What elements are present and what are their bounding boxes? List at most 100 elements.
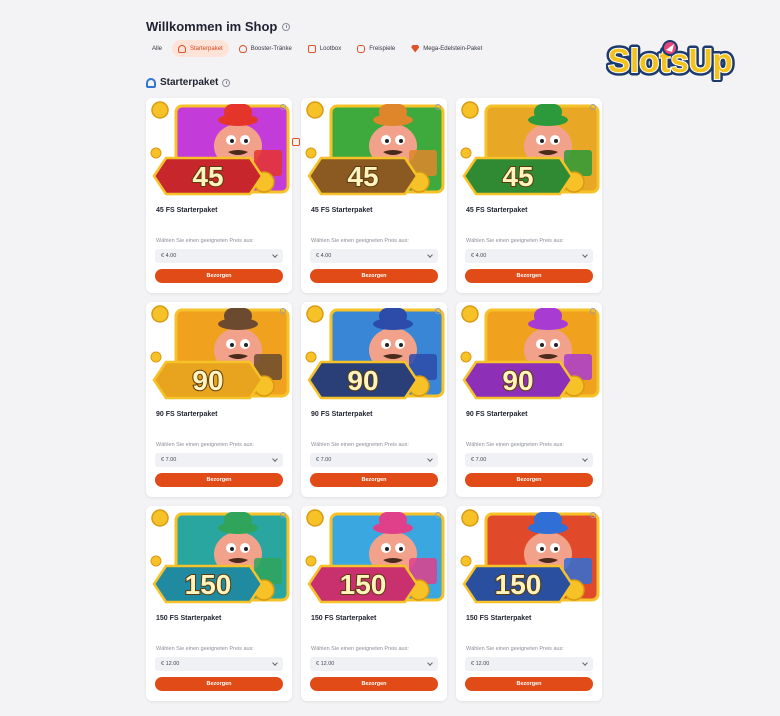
price-dropdown[interactable]: € 12.00 — [155, 657, 283, 671]
price-dropdown[interactable]: € 4.00 — [155, 249, 283, 263]
buy-button[interactable]: Bezorgen — [465, 473, 593, 487]
product-card: 45 45 FS Starterpaket Wählen Sie einen g… — [146, 98, 292, 293]
price-dropdown[interactable]: € 7.00 — [310, 453, 438, 467]
filter-tab-booster[interactable]: Booster-Tränke — [233, 40, 298, 57]
filter-tab-freispiele[interactable]: Freispiele — [351, 40, 401, 57]
product-card: 150 150 FS Starterpaket Wählen Sie einen… — [301, 506, 447, 701]
price-dropdown[interactable]: € 7.00 — [155, 453, 283, 467]
price-value: € 4.00 — [161, 253, 177, 259]
pack-badge-number: 45 — [502, 161, 533, 192]
card-info-icon[interactable] — [280, 512, 286, 518]
product-artwork: 90 — [305, 305, 445, 400]
page-title: Willkommen im Shop — [146, 19, 291, 34]
buy-button[interactable]: Bezorgen — [155, 269, 283, 283]
pack-badge-number: 90 — [347, 365, 378, 396]
filter-tab-mega-edelstein[interactable]: Mega-Edelstein-Paket — [405, 40, 488, 57]
buy-button[interactable]: Bezorgen — [155, 677, 283, 691]
price-hint: Wählen Sie einen geeigneten Preis aus: — [311, 238, 409, 244]
price-hint: Wählen Sie einen geeigneten Preis aus: — [156, 442, 254, 448]
card-info-icon[interactable] — [590, 308, 596, 314]
price-value: € 12.00 — [316, 661, 335, 667]
filter-tabs: Alle Starterpaket Booster-Tränke Lootbox… — [146, 40, 488, 146]
card-info-icon[interactable] — [280, 104, 286, 110]
product-card: 150 150 FS Starterpaket Wählen Sie einen… — [456, 506, 602, 701]
price-dropdown[interactable]: € 4.00 — [310, 249, 438, 263]
filter-tab-alle[interactable]: Alle — [146, 40, 300, 146]
buy-button[interactable]: Bezorgen — [310, 677, 438, 691]
chevron-down-icon — [272, 660, 278, 666]
product-artwork: 150 — [150, 509, 290, 604]
buy-button[interactable]: Bezorgen — [465, 677, 593, 691]
price-dropdown[interactable]: € 12.00 — [310, 657, 438, 671]
product-card: 90 90 FS Starterpaket Wählen Sie einen g… — [456, 302, 602, 497]
product-artwork: 45 — [305, 101, 445, 196]
card-title: 150 FS Starterpaket — [466, 615, 532, 622]
flask-icon — [238, 44, 247, 53]
price-value: € 7.00 — [316, 457, 332, 463]
price-dropdown[interactable]: € 4.00 — [465, 249, 593, 263]
chevron-down-icon — [272, 252, 278, 258]
game-icon — [357, 44, 366, 53]
price-hint: Wählen Sie einen geeigneten Preis aus: — [466, 442, 564, 448]
card-title: 45 FS Starterpaket — [156, 207, 218, 214]
price-value: € 7.00 — [471, 457, 487, 463]
card-title: 45 FS Starterpaket — [466, 207, 528, 214]
page-title-text: Willkommen im Shop — [146, 19, 278, 34]
price-value: € 12.00 — [161, 661, 180, 667]
chevron-down-icon — [427, 456, 433, 462]
info-icon[interactable] — [282, 22, 291, 31]
price-hint: Wählen Sie einen geeigneten Preis aus: — [156, 238, 254, 244]
info-icon[interactable] — [222, 78, 231, 87]
filter-label: Lootbox — [319, 45, 342, 52]
price-value: € 7.00 — [161, 457, 177, 463]
filter-label: Mega-Edelstein-Paket — [423, 45, 483, 52]
box-icon — [307, 44, 316, 53]
filter-tab-starterpaket[interactable]: Starterpaket — [172, 40, 229, 57]
card-info-icon[interactable] — [435, 512, 441, 518]
buy-button[interactable]: Bezorgen — [310, 473, 438, 487]
product-card: 90 90 FS Starterpaket Wählen Sie einen g… — [146, 302, 292, 497]
filter-label: Alle — [152, 45, 163, 52]
card-info-icon[interactable] — [280, 308, 286, 314]
filter-label: Starterpaket — [190, 45, 223, 52]
price-dropdown[interactable]: € 7.00 — [465, 453, 593, 467]
card-info-icon[interactable] — [590, 512, 596, 518]
pack-badge-number: 45 — [192, 161, 223, 192]
slotsup-logo: SlotsUp SlotsUp — [606, 39, 736, 83]
product-artwork: 90 — [150, 305, 290, 400]
price-hint: Wählen Sie einen geeigneten Preis aus: — [311, 646, 409, 652]
product-card: 45 45 FS Starterpaket Wählen Sie einen g… — [456, 98, 602, 293]
card-info-icon[interactable] — [590, 104, 596, 110]
price-hint: Wählen Sie einen geeigneten Preis aus: — [311, 442, 409, 448]
card-info-icon[interactable] — [435, 104, 441, 110]
pack-badge-number: 150 — [340, 569, 387, 600]
pack-badge-number: 150 — [185, 569, 232, 600]
chevron-down-icon — [272, 456, 278, 462]
price-hint: Wählen Sie einen geeigneten Preis aus: — [466, 238, 564, 244]
product-artwork: 45 — [460, 101, 600, 196]
price-dropdown[interactable]: € 12.00 — [465, 657, 593, 671]
chevron-down-icon — [427, 252, 433, 258]
card-title: 90 FS Starterpaket — [466, 411, 528, 418]
buy-button[interactable]: Bezorgen — [155, 473, 283, 487]
price-hint: Wählen Sie einen geeigneten Preis aus: — [466, 646, 564, 652]
pack-badge-number: 45 — [347, 161, 378, 192]
price-value: € 12.00 — [471, 661, 490, 667]
chevron-down-icon — [582, 456, 588, 462]
product-artwork: 45 — [150, 101, 290, 196]
card-title: 90 FS Starterpaket — [156, 411, 218, 418]
buy-button[interactable]: Bezorgen — [465, 269, 593, 283]
card-title: 90 FS Starterpaket — [311, 411, 373, 418]
pack-badge-number: 150 — [495, 569, 542, 600]
gem-icon — [411, 44, 420, 53]
filter-tab-lootbox[interactable]: Lootbox — [302, 40, 347, 57]
card-title: 150 FS Starterpaket — [156, 615, 222, 622]
filter-label: Booster-Tränke — [250, 45, 292, 52]
filter-label: Freispiele — [369, 45, 396, 52]
buy-button[interactable]: Bezorgen — [310, 269, 438, 283]
price-value: € 4.00 — [316, 253, 332, 259]
pack-badge-number: 90 — [502, 365, 533, 396]
product-card: 90 90 FS Starterpaket Wählen Sie einen g… — [301, 302, 447, 497]
starter-pack-icon — [146, 77, 156, 88]
card-info-icon[interactable] — [435, 308, 441, 314]
